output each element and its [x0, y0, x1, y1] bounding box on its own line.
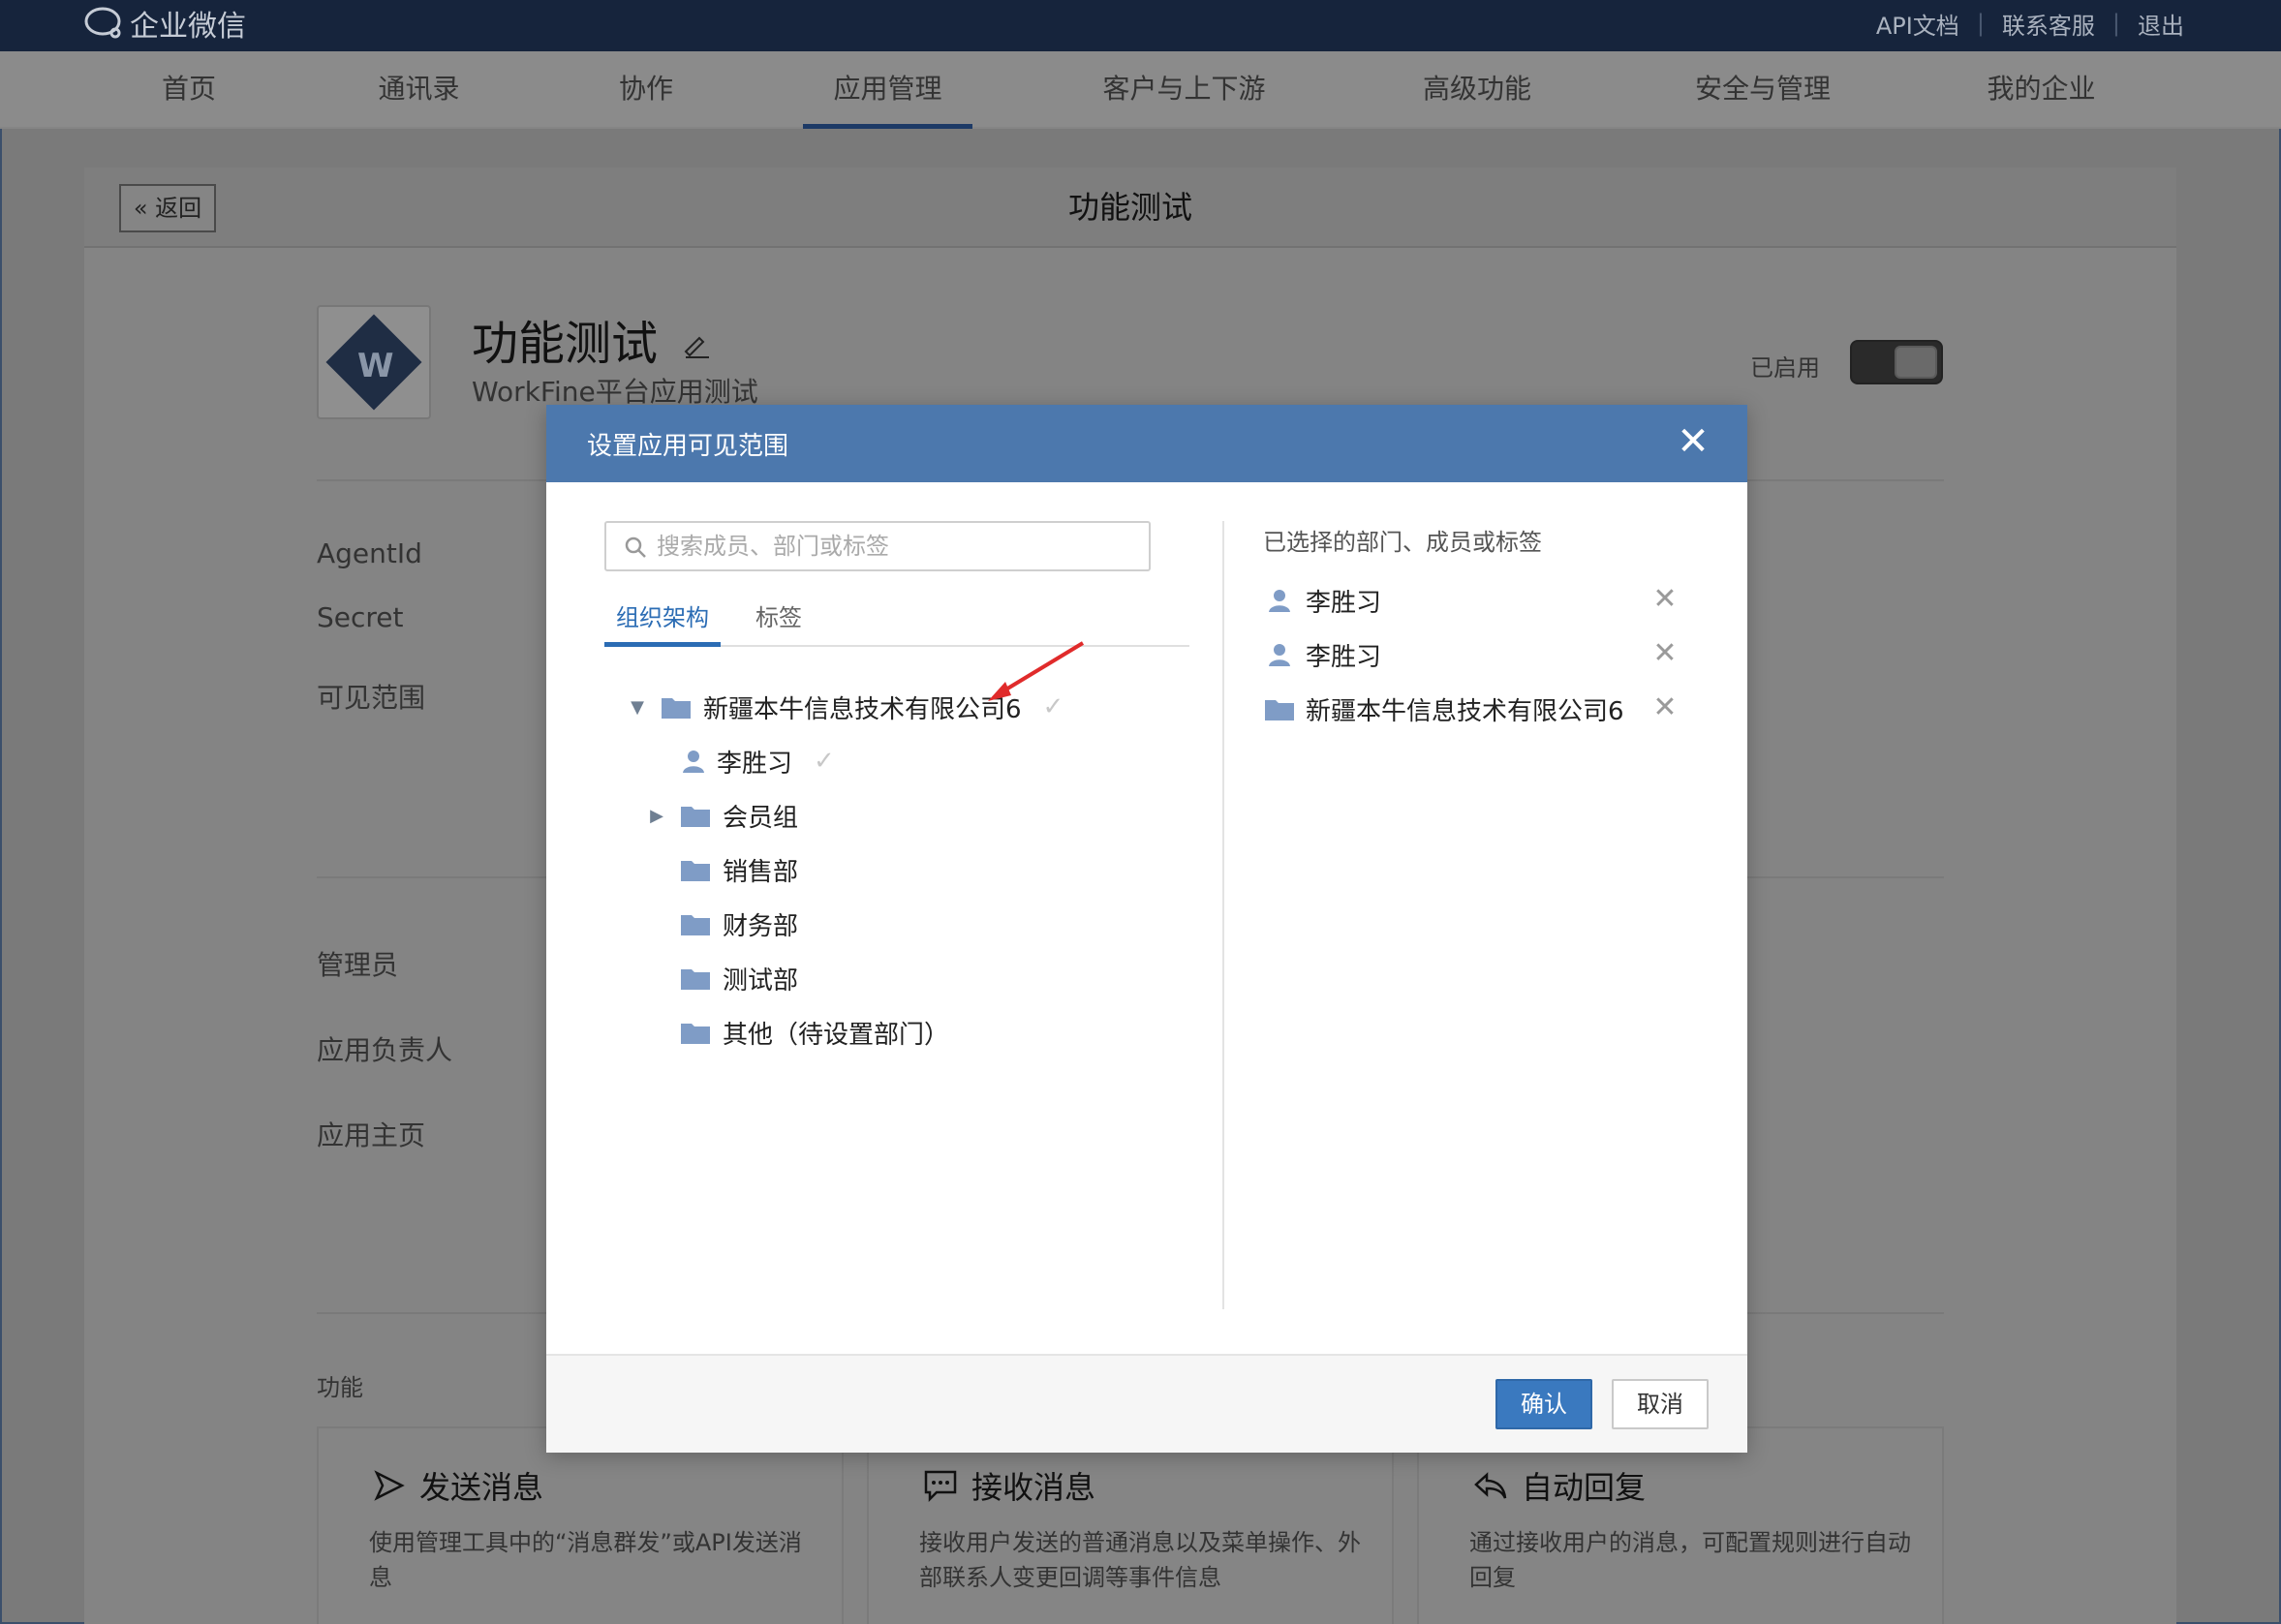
folder-icon — [680, 965, 711, 991]
close-icon[interactable]: ✕ — [1674, 422, 1712, 461]
check-icon: ✓ — [814, 747, 835, 776]
selected-item: 新疆本牛信息技术有限公司6 ✕ — [1263, 689, 1689, 728]
tree-node-label: 其他（待设置部门） — [723, 1020, 950, 1050]
tree-node-testing[interactable]: 测试部 — [680, 959, 798, 997]
folder-icon — [680, 911, 711, 936]
folder-icon — [680, 857, 711, 882]
folder-icon — [680, 1020, 711, 1045]
folder-icon — [680, 803, 711, 828]
dialog-header: 设置应用可见范围 ✕ — [546, 405, 1747, 482]
dialog-footer: 确认 取消 — [546, 1354, 1747, 1453]
tree-node-label: 李胜习 — [717, 749, 793, 779]
search-box[interactable] — [604, 521, 1151, 571]
tab-org-structure[interactable]: 组织架构 — [604, 595, 721, 647]
scope-tabs: 组织架构 标签 — [604, 595, 1189, 647]
folder-icon — [661, 694, 692, 720]
user-icon — [1263, 588, 1296, 613]
remove-icon[interactable]: ✕ — [1650, 585, 1680, 614]
visibility-scope-dialog: 设置应用可见范围 ✕ 组织架构 标签 ▼ 新疆本牛信息技术有限公司6 ✓ 李胜习… — [546, 405, 1747, 1453]
annotation-arrow-icon — [988, 641, 1085, 701]
tree-node-label: 新疆本牛信息技术有限公司6 — [703, 694, 1022, 724]
search-icon — [625, 536, 646, 558]
selected-item: 李胜习 ✕ — [1263, 581, 1689, 620]
confirm-button[interactable]: 确认 — [1495, 1379, 1592, 1429]
selected-item: 李胜习 ✕ — [1263, 635, 1689, 674]
tree-node-sales[interactable]: 销售部 — [680, 850, 798, 889]
tree-node-label: 会员组 — [723, 803, 799, 833]
tree-node-label: 测试部 — [723, 965, 799, 996]
remove-icon[interactable]: ✕ — [1650, 639, 1680, 668]
caret-right-icon[interactable]: ▶ — [645, 806, 668, 826]
search-input[interactable] — [657, 529, 1131, 564]
caret-down-icon[interactable]: ▼ — [626, 697, 649, 718]
panel-divider — [1222, 521, 1224, 1309]
folder-icon — [1263, 696, 1296, 721]
tab-tags[interactable]: 标签 — [740, 595, 817, 647]
tree-node-label: 销售部 — [723, 857, 799, 887]
user-icon — [682, 749, 705, 774]
remove-icon[interactable]: ✕ — [1650, 693, 1680, 722]
cancel-button[interactable]: 取消 — [1612, 1379, 1709, 1429]
tree-node-member-group[interactable]: ▶ 会员组 — [645, 796, 798, 835]
selected-item-label: 新疆本牛信息技术有限公司6 — [1306, 696, 1624, 726]
selected-title: 已选择的部门、成员或标签 — [1263, 529, 1542, 556]
tree-node-finance[interactable]: 财务部 — [680, 904, 798, 943]
selected-item-label: 李胜习 — [1306, 642, 1382, 672]
dialog-title: 设置应用可见范围 — [587, 432, 789, 461]
tree-node-other[interactable]: 其他（待设置部门） — [680, 1013, 949, 1052]
user-icon — [1263, 642, 1296, 667]
selected-item-label: 李胜习 — [1306, 588, 1382, 618]
tree-node-user[interactable]: 李胜习 ✓ — [682, 742, 835, 781]
tree-node-label: 财务部 — [723, 911, 799, 941]
